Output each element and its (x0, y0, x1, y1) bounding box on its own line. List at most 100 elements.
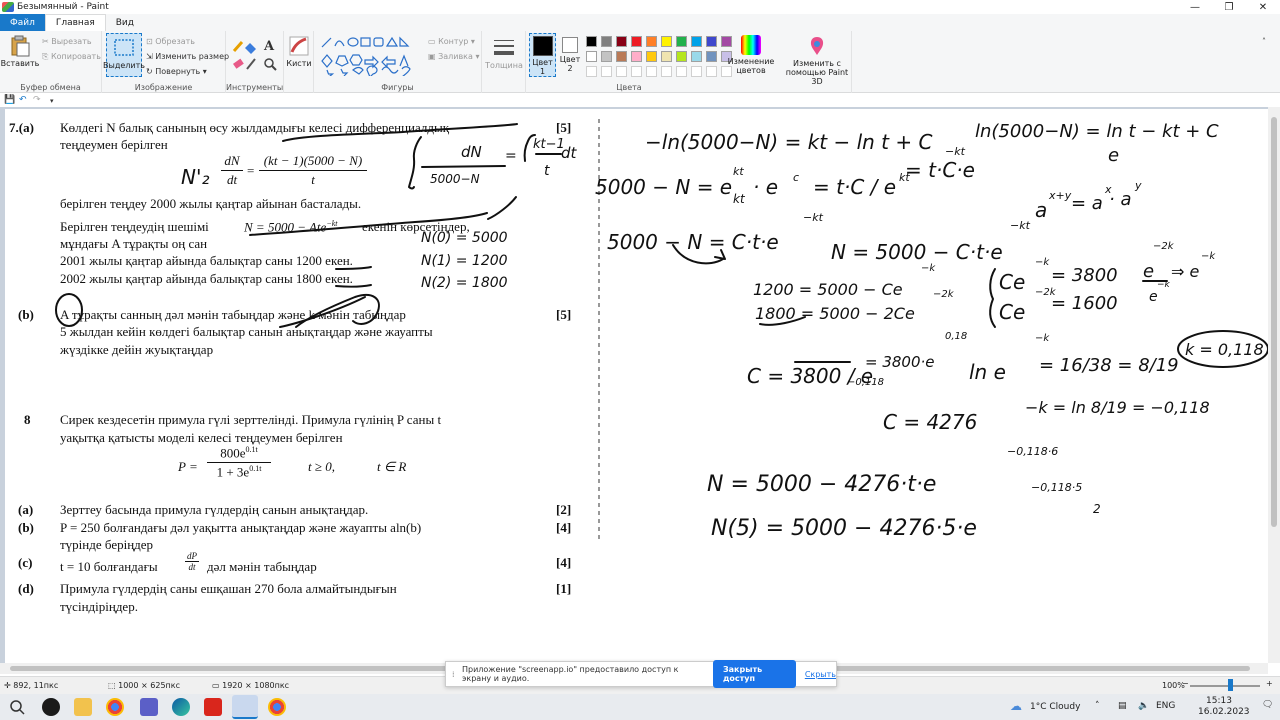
zoom-in-button[interactable]: + (1266, 679, 1273, 688)
color-wheel-icon (741, 35, 761, 55)
fill-bucket-icon[interactable] (245, 43, 256, 54)
color-swatch[interactable] (706, 51, 717, 62)
empty-custom-swatch[interactable] (586, 66, 597, 77)
fill-button[interactable]: ▣ Заливка ▾ (428, 52, 479, 61)
color-swatch[interactable] (646, 36, 657, 47)
color-swatch[interactable] (586, 51, 597, 62)
color-swatch[interactable] (706, 36, 717, 47)
save-icon[interactable]: 💾 (4, 95, 15, 105)
tab-view[interactable]: Вид (106, 14, 144, 31)
color-swatch[interactable] (691, 36, 702, 47)
color-swatch[interactable] (601, 36, 612, 47)
hw-line2: ln(5000−N) = ln t − kt + C (975, 121, 1219, 142)
color-swatch[interactable] (676, 36, 687, 47)
line-thickness-icon (494, 40, 514, 55)
empty-custom-swatch[interactable] (706, 66, 717, 77)
chrome-icon-2[interactable] (268, 698, 286, 716)
color-swatch[interactable] (646, 51, 657, 62)
outline-label: Контур (438, 37, 469, 46)
hw-line7: 5000 − N = C·t·e (607, 230, 779, 254)
notifications-icon[interactable]: 🗨 (1262, 700, 1273, 710)
zoom-out-button[interactable]: − (1182, 679, 1189, 688)
select-button[interactable]: Выделить (103, 33, 145, 77)
hide-banner-link[interactable]: Скрыть (805, 670, 836, 679)
check-mark (487, 196, 517, 220)
empty-custom-swatch[interactable] (661, 66, 672, 77)
shapes-gallery[interactable] (320, 36, 424, 76)
cut-button[interactable]: ✂ Вырезать (42, 37, 92, 46)
empty-custom-swatch[interactable] (691, 66, 702, 77)
color-swatch[interactable] (616, 51, 627, 62)
paint3d-button[interactable]: Изменить с помощью Paint 3D (784, 35, 850, 86)
tab-file[interactable]: Файл (0, 14, 45, 31)
minimize-button[interactable]: — (1178, 0, 1212, 14)
paste-label: Вставить (0, 59, 40, 68)
color-swatch[interactable] (691, 51, 702, 62)
volume-icon[interactable]: 🔈 (1138, 701, 1149, 711)
color-picker-icon[interactable] (246, 58, 256, 70)
clock-date[interactable]: 16.02.2023 (1198, 707, 1250, 717)
color-swatch[interactable] (631, 36, 642, 47)
clock-time[interactable]: 15:13 (1206, 696, 1232, 706)
network-icon[interactable]: ▤ (1118, 701, 1127, 711)
hw-line20: C = 4276 (883, 410, 977, 434)
empty-custom-swatch[interactable] (631, 66, 642, 77)
empty-custom-swatch[interactable] (616, 66, 627, 77)
customize-qat-icon[interactable]: ▾ (50, 97, 54, 105)
shapes-group-label: Фигуры (381, 83, 414, 92)
chrome-icon[interactable] (106, 698, 124, 716)
empty-custom-swatch[interactable] (676, 66, 687, 77)
stop-sharing-button[interactable]: Закрыть доступ (712, 660, 796, 688)
zoom-slider-thumb[interactable] (1228, 679, 1233, 691)
text-tool-icon[interactable]: A (264, 39, 274, 54)
hw-eq-sign: = (505, 148, 517, 164)
paint-taskbar-icon[interactable] (232, 695, 258, 719)
vertical-scrollbar[interactable] (1268, 107, 1280, 663)
collapse-ribbon-icon[interactable]: ˄ (1262, 37, 1266, 46)
size-button[interactable]: Толщина (485, 37, 523, 70)
empty-custom-swatch[interactable] (646, 66, 657, 77)
resize-button[interactable]: ⇲ Изменить размер (146, 52, 229, 61)
color-swatch[interactable] (661, 51, 672, 62)
vertical-scroll-thumb[interactable] (1271, 117, 1277, 527)
drag-handle-icon[interactable]: ⁞ (452, 670, 455, 679)
weather-text[interactable]: 1°C Cloudy (1030, 702, 1080, 712)
obs-icon[interactable] (42, 698, 60, 716)
tab-home[interactable]: Главная (44, 14, 106, 31)
color2-button[interactable]: Цвет 2 (558, 37, 582, 73)
magnifier-icon[interactable] (264, 58, 277, 71)
language-indicator[interactable]: ENG (1156, 701, 1175, 711)
color-swatch[interactable] (676, 51, 687, 62)
drawing-canvas[interactable]: 7.(a) Көлдегі N балық санының өсу жылдам… (5, 109, 1268, 663)
tray-overflow-icon[interactable]: ˄ (1095, 701, 1100, 711)
edit-colors-button[interactable]: Изменение цветов (726, 35, 776, 75)
rotate-button[interactable]: ↻ Повернуть ▾ (146, 67, 207, 76)
crop-button[interactable]: ⊡ Обрезать (146, 37, 195, 46)
pencil-icon[interactable] (232, 41, 244, 52)
redo-icon[interactable]: ↷ (33, 95, 41, 105)
zoom-slider[interactable] (1190, 685, 1260, 687)
copy-button[interactable]: ⎘ Копировать (42, 52, 101, 62)
color-swatch[interactable] (601, 51, 612, 62)
color-swatch[interactable] (586, 36, 597, 47)
search-icon[interactable] (8, 698, 26, 716)
eraser-icon[interactable] (233, 58, 244, 69)
tools-group-label: Инструменты (226, 83, 284, 92)
maximize-button[interactable]: ❐ (1212, 0, 1246, 14)
paste-button[interactable]: Вставить (1, 35, 39, 68)
color1-button[interactable]: Цвет 1 (529, 33, 556, 77)
undo-icon[interactable]: ↶ (19, 95, 27, 105)
color-swatch[interactable] (661, 36, 672, 47)
color-swatch[interactable] (631, 51, 642, 62)
outline-button[interactable]: ▭ Контур ▾ (428, 37, 475, 46)
banner-message: Приложение "screenapp.io" предоставило д… (462, 665, 679, 683)
hw-exp-0118a: −0,118 (847, 377, 884, 388)
empty-custom-swatch[interactable] (601, 66, 612, 77)
teams-icon[interactable] (140, 698, 158, 716)
brushes-button[interactable]: Кисти (286, 35, 312, 68)
edge-icon[interactable] (172, 698, 190, 716)
file-explorer-icon[interactable] (74, 698, 92, 716)
color-swatch[interactable] (616, 36, 627, 47)
close-button[interactable]: ✕ (1246, 0, 1280, 14)
acrobat-icon[interactable] (204, 698, 222, 716)
